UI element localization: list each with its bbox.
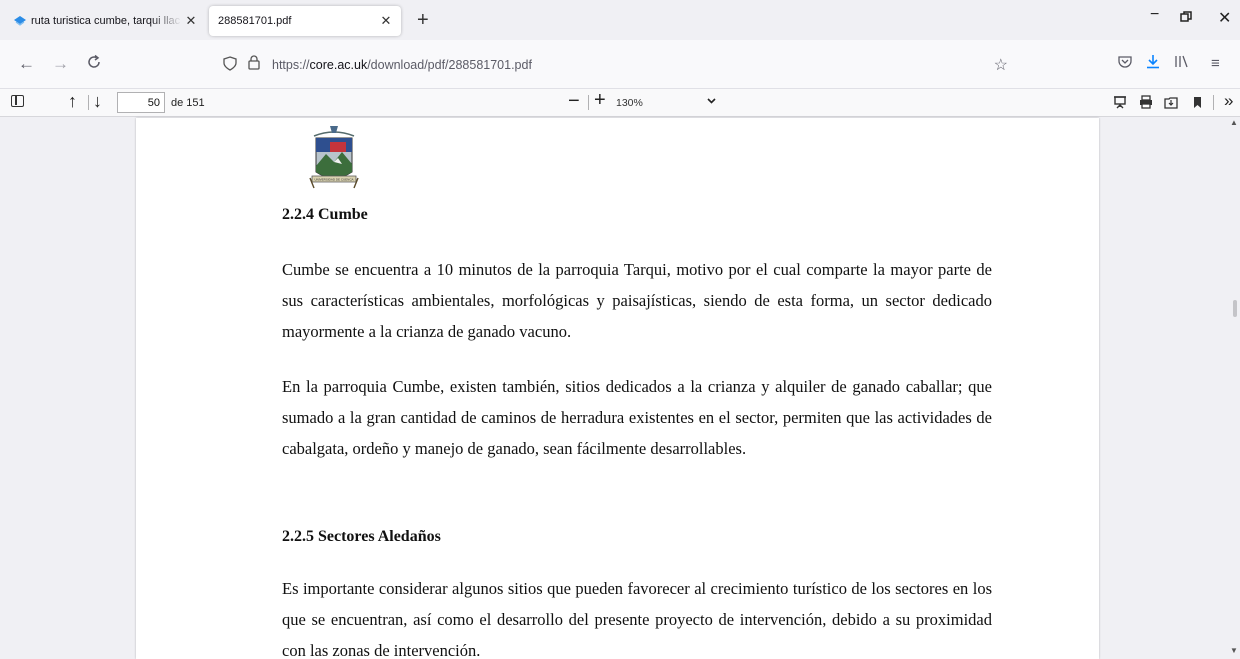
section-heading: 2.2.5 Sectores Aledaños bbox=[282, 528, 441, 545]
page-number-input[interactable] bbox=[117, 92, 165, 113]
restore-icon[interactable] bbox=[1180, 10, 1192, 26]
divider bbox=[1213, 95, 1214, 110]
page-count: de 151 bbox=[171, 97, 205, 109]
minimize-icon[interactable]: − bbox=[1150, 6, 1159, 24]
scroll-down-arrow-icon[interactable]: ▼ bbox=[1230, 646, 1238, 655]
divider bbox=[588, 95, 589, 110]
tab-pdf[interactable]: 288581701.pdf ✕ bbox=[209, 6, 401, 36]
bookmark-star-icon[interactable]: ☆ bbox=[994, 55, 1008, 75]
scroll-up-arrow-icon[interactable]: ▲ bbox=[1230, 118, 1238, 127]
tools-overflow-icon[interactable]: » bbox=[1224, 91, 1233, 111]
forward-arrow-icon[interactable]: → bbox=[52, 54, 69, 74]
bookmark-icon[interactable] bbox=[1189, 94, 1205, 110]
paragraph: En la parroquia Cumbe, existen también, … bbox=[282, 377, 992, 458]
presentation-mode-icon[interactable] bbox=[1112, 94, 1128, 110]
vertical-scrollbar[interactable]: ▲ ▼ bbox=[1228, 118, 1240, 659]
pocket-icon[interactable] bbox=[1118, 54, 1132, 74]
lock-icon[interactable] bbox=[244, 54, 264, 75]
university-crest-logo: UNIVERSIDAD DE CUENCA bbox=[308, 122, 360, 192]
next-page-icon[interactable]: ↓ bbox=[93, 91, 102, 112]
section-heading: 2.2.4 Cumbe bbox=[282, 206, 368, 223]
download-icon[interactable] bbox=[1146, 54, 1160, 75]
divider bbox=[88, 95, 89, 110]
scroll-thumb[interactable] bbox=[1233, 300, 1237, 317]
close-tab-icon[interactable]: ✕ bbox=[182, 13, 200, 29]
zoom-select[interactable]: 130% bbox=[614, 93, 724, 113]
zoom-value: 130% bbox=[616, 97, 643, 109]
tracking-shield-icon[interactable] bbox=[220, 55, 240, 74]
tab-label: 288581701.pdf bbox=[218, 15, 292, 27]
pdf-viewer[interactable]: UNIVERSIDAD DE CUENCA 2.2.4 Cumbe Cumbe … bbox=[0, 118, 1240, 659]
crest-caption: UNIVERSIDAD DE CUENCA bbox=[314, 178, 353, 182]
paragraph: Es importante considerar algunos sitios … bbox=[282, 579, 992, 659]
url-host: core.ac.uk bbox=[309, 57, 368, 72]
library-icon[interactable] bbox=[1174, 54, 1190, 74]
close-window-icon[interactable]: ✕ bbox=[1218, 8, 1231, 28]
tab-strip: ruta turistica cumbe, tarqui llac ✕ 2885… bbox=[0, 0, 1240, 40]
address-bar[interactable]: https://core.ac.uk/download/pdf/28858170… bbox=[212, 48, 1020, 81]
previous-page-icon[interactable]: ↑ bbox=[68, 91, 77, 112]
close-tab-icon[interactable]: ✕ bbox=[377, 13, 395, 29]
navigation-bar: ← → https://core.ac.uk/download/pdf/2885… bbox=[0, 40, 1240, 89]
back-arrow-icon[interactable]: ← bbox=[18, 54, 35, 74]
tab-label: ruta turistica cumbe, tarqui llac bbox=[31, 15, 181, 27]
save-icon[interactable] bbox=[1163, 94, 1179, 110]
tab-search[interactable]: ruta turistica cumbe, tarqui llac ✕ bbox=[6, 6, 206, 36]
zoom-in-button[interactable]: + bbox=[594, 89, 606, 112]
url-text: https://core.ac.uk/download/pdf/28858170… bbox=[272, 58, 532, 72]
reload-icon[interactable] bbox=[86, 54, 102, 75]
sidebar-toggle-icon[interactable] bbox=[11, 95, 24, 107]
site-icon bbox=[14, 16, 26, 26]
paragraph: Cumbe se encuentra a 10 minutos de la pa… bbox=[282, 260, 992, 341]
zoom-out-button[interactable]: − bbox=[568, 90, 580, 113]
url-path: /download/pdf/288581701.pdf bbox=[367, 57, 532, 72]
new-tab-button[interactable]: + bbox=[417, 8, 429, 32]
hamburger-menu-icon[interactable]: ≡ bbox=[1211, 54, 1220, 74]
pdf-page: UNIVERSIDAD DE CUENCA 2.2.4 Cumbe Cumbe … bbox=[136, 118, 1099, 659]
print-icon[interactable] bbox=[1138, 94, 1154, 110]
pdf-toolbar: ↑ ↓ de 151 − + 130% » bbox=[0, 89, 1240, 117]
url-prefix: https:// bbox=[272, 57, 310, 72]
chevron-down-icon bbox=[707, 96, 716, 106]
